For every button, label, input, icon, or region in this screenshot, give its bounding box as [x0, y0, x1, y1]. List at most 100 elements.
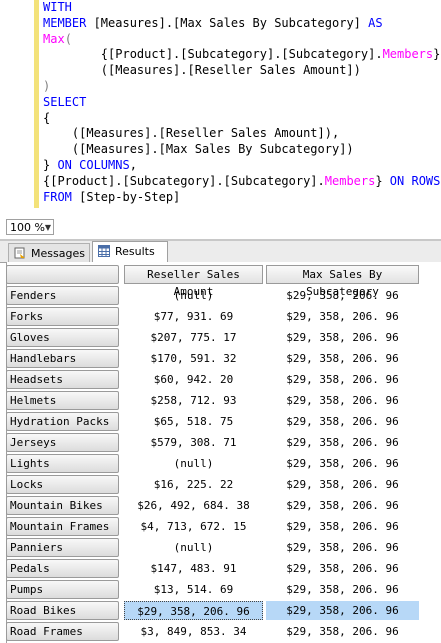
code-line: )	[43, 79, 441, 95]
code-token: ON ROWS	[389, 173, 441, 188]
max-sales-cell[interactable]: $29, 358, 206. 96	[266, 454, 419, 473]
code-token: {[Product].[Subcategory].[Subcategory].	[43, 47, 383, 62]
row-header[interactable]: Handlebars	[6, 349, 119, 368]
query-text[interactable]: WITH MEMBER [Measures].[Max Sales By Subc…	[43, 0, 441, 205]
code-token: }	[375, 173, 390, 188]
code-line: MEMBER [Measures].[Max Sales By Subcateg…	[43, 16, 441, 32]
reseller-sales-cell[interactable]: $16, 225. 22	[124, 475, 263, 494]
column-header[interactable]: Reseller Sales Amount	[124, 265, 263, 298]
code-line: Max(	[43, 32, 441, 48]
max-sales-cell[interactable]: $29, 358, 206. 96	[266, 433, 419, 452]
max-sales-cell[interactable]: $29, 358, 206. 96	[266, 538, 419, 557]
max-sales-cell[interactable]: $29, 358, 206. 96	[266, 349, 419, 368]
reseller-sales-cell[interactable]: $3, 849, 853. 34	[124, 622, 263, 641]
code-token: Max	[43, 31, 65, 46]
reseller-sales-cell[interactable]: $13, 514. 69	[124, 580, 263, 599]
code-line: FROM [Step-by-Step]	[43, 190, 441, 206]
max-sales-cell[interactable]: $29, 358, 206. 96	[266, 496, 419, 515]
row-header[interactable]: Road Frames	[6, 622, 119, 641]
reseller-sales-cell[interactable]: $26, 492, 684. 38	[124, 496, 263, 515]
reseller-sales-cell[interactable]: (null)	[124, 286, 263, 305]
code-line: {[Product].[Subcategory].[Subcategory].M…	[43, 47, 441, 63]
max-sales-cell[interactable]: $29, 358, 206. 96	[266, 580, 419, 599]
code-line: {	[43, 111, 441, 127]
code-token: ON COLUMNS	[57, 157, 130, 172]
code-token: SELECT	[43, 94, 87, 109]
grid-corner-header[interactable]	[6, 265, 119, 284]
code-token: )	[43, 78, 51, 93]
row-header[interactable]: Mountain Bikes	[6, 496, 119, 515]
max-sales-cell[interactable]: $29, 358, 206. 96	[266, 307, 419, 326]
grid-icon	[98, 245, 110, 257]
reseller-sales-cell[interactable]: $207, 775. 17	[124, 328, 263, 347]
row-header[interactable]: Forks	[6, 307, 119, 326]
reseller-sales-cell[interactable]: $147, 483. 91	[124, 559, 263, 578]
max-sales-cell[interactable]: $29, 358, 206. 96	[266, 517, 419, 536]
max-sales-cell[interactable]: $29, 358, 206. 96	[266, 391, 419, 410]
code-line: ([Measures].[Max Sales By Subcategory])	[43, 142, 441, 158]
code-line: ([Measures].[Reseller Sales Amount])	[43, 63, 441, 79]
max-sales-cell[interactable]: $29, 358, 206. 96	[266, 286, 419, 305]
max-sales-cell[interactable]: $29, 358, 206. 96	[266, 475, 419, 494]
code-line: ([Measures].[Reseller Sales Amount]),	[43, 126, 441, 142]
reseller-sales-cell[interactable]: $579, 308. 71	[124, 433, 263, 452]
reseller-sales-cell[interactable]: $4, 713, 672. 15	[124, 517, 263, 536]
tab-results-label: Results	[115, 245, 155, 258]
row-header[interactable]: Pedals	[6, 559, 119, 578]
code-token: MEMBER	[43, 15, 94, 30]
reseller-sales-cell[interactable]: (null)	[124, 454, 263, 473]
row-header[interactable]: Mountain Frames	[6, 517, 119, 536]
row-header[interactable]: Gloves	[6, 328, 119, 347]
reseller-sales-cell[interactable]: (null)	[124, 538, 263, 557]
code-line: } ON COLUMNS,	[43, 158, 441, 174]
max-sales-cell[interactable]: $29, 358, 206. 96	[266, 412, 419, 431]
code-token: {	[43, 110, 51, 125]
code-token: FROM	[43, 189, 80, 204]
row-header[interactable]: Jerseys	[6, 433, 119, 452]
code-token: },	[433, 47, 441, 62]
zoom-dropdown[interactable]: 100 % ▼	[6, 219, 54, 235]
column-header[interactable]: Max Sales By Subcategory	[266, 265, 419, 298]
reseller-sales-cell[interactable]: $29, 358, 206. 96	[124, 601, 263, 620]
row-header[interactable]: Helmets	[6, 391, 119, 410]
change-tracking-bar	[34, 0, 39, 208]
zoom-value: 100 %	[10, 221, 45, 234]
code-token: AS	[368, 15, 383, 30]
max-sales-cell[interactable]: $29, 358, 206. 96	[266, 370, 419, 389]
code-line: SELECT	[43, 95, 441, 111]
tab-messages-label: Messages	[31, 247, 85, 260]
max-sales-cell[interactable]: $29, 358, 206. 96	[266, 328, 419, 347]
row-header[interactable]: Headsets	[6, 370, 119, 389]
code-token: ([Measures].[Reseller Sales Amount]),	[43, 126, 340, 141]
max-sales-cell[interactable]: $29, 358, 206. 96	[266, 559, 419, 578]
reseller-sales-cell[interactable]: $170, 591. 32	[124, 349, 263, 368]
max-sales-cell[interactable]: $29, 358, 206. 96	[266, 622, 419, 641]
code-line: WITH	[43, 0, 441, 16]
code-line: {[Product].[Subcategory].[Subcategory].M…	[43, 174, 441, 190]
row-header[interactable]: Fenders	[6, 286, 119, 305]
code-token: Members	[324, 173, 376, 188]
reseller-sales-cell[interactable]: $65, 518. 75	[124, 412, 263, 431]
chevron-down-icon: ▼	[44, 223, 51, 232]
code-token: }	[43, 157, 58, 172]
messages-icon	[14, 247, 25, 259]
row-header[interactable]: Road Bikes	[6, 601, 119, 620]
tab-messages[interactable]: Messages	[8, 243, 90, 262]
code-token: [Measures].[Max Sales By Subcategory]	[93, 15, 369, 30]
row-header[interactable]: Locks	[6, 475, 119, 494]
code-token: ([Measures].[Reseller Sales Amount])	[43, 63, 361, 78]
query-editor[interactable]: WITH MEMBER [Measures].[Max Sales By Subc…	[0, 0, 441, 214]
code-token: (	[64, 31, 72, 46]
tab-results[interactable]: Results	[92, 241, 168, 263]
reseller-sales-cell[interactable]: $77, 931. 69	[124, 307, 263, 326]
code-token: Members	[382, 47, 434, 62]
row-header[interactable]: Hydration Packs	[6, 412, 119, 431]
code-token: [Step-by-Step]	[79, 189, 181, 204]
max-sales-cell[interactable]: $29, 358, 206. 96	[266, 601, 419, 620]
code-token: ,	[129, 157, 137, 172]
row-header[interactable]: Panniers	[6, 538, 119, 557]
row-header[interactable]: Lights	[6, 454, 119, 473]
row-header[interactable]: Pumps	[6, 580, 119, 599]
reseller-sales-cell[interactable]: $258, 712. 93	[124, 391, 263, 410]
reseller-sales-cell[interactable]: $60, 942. 20	[124, 370, 263, 389]
